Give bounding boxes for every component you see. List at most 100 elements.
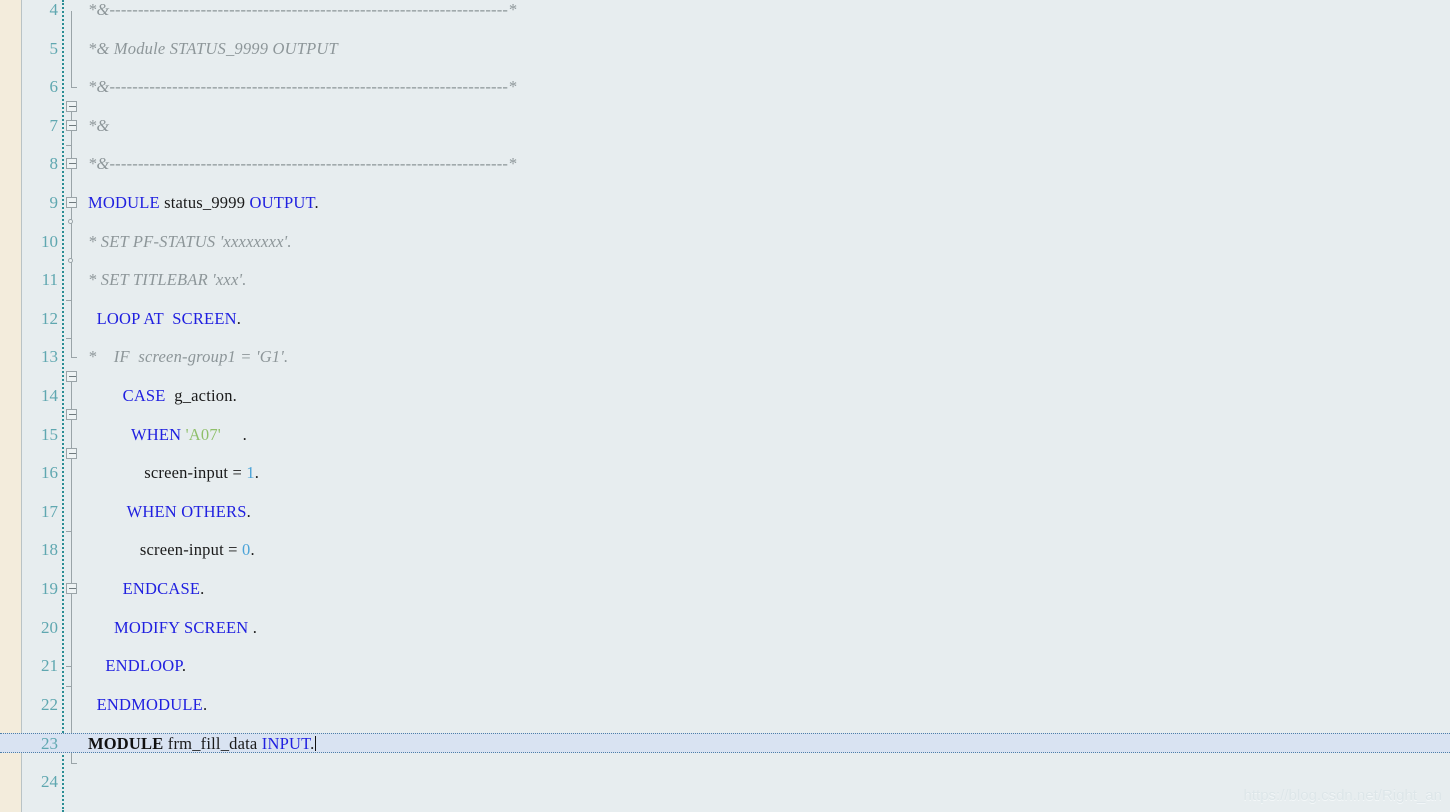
- line-code[interactable]: WHEN OTHERS.: [88, 502, 251, 521]
- code-token: screen-input =: [88, 540, 243, 560]
- line-code[interactable]: MODULE frm_fill_data INPUT.: [88, 734, 317, 754]
- line-number: 21: [41, 656, 58, 676]
- code-token: WHEN OTHERS: [126, 501, 247, 521]
- code-token: ENDCASE: [122, 578, 201, 598]
- line-code[interactable]: CASE g_action.: [88, 386, 237, 405]
- code-token: MODULE: [88, 734, 164, 754]
- line-number: 7: [49, 115, 59, 135]
- line-code[interactable]: *&: [88, 116, 109, 135]
- code-token: *&--------------------------------------…: [88, 77, 517, 97]
- line-code[interactable]: screen-input = 1.: [88, 463, 259, 482]
- line-number: 24: [41, 771, 58, 791]
- code-token: ENDMODULE: [96, 694, 203, 714]
- line-number: 22: [41, 694, 58, 714]
- line-number: 18: [41, 540, 58, 560]
- code-line[interactable]: 7 *&: [0, 116, 1450, 135]
- line-number: 17: [41, 501, 58, 521]
- code-line[interactable]: 17 WHEN OTHERS.: [0, 502, 1450, 521]
- line-number: 14: [41, 385, 58, 405]
- code-token: .: [250, 540, 255, 560]
- line-number: 4: [49, 0, 59, 19]
- code-token: WHEN: [130, 424, 182, 444]
- code-token: frm_fill_data: [163, 734, 262, 754]
- code-line[interactable]: 22 ENDMODULE.: [0, 695, 1450, 714]
- code-line[interactable]: 18 screen-input = 0.: [0, 540, 1450, 559]
- code-token: ENDLOOP: [105, 656, 182, 676]
- code-token: *& Module STATUS_9999 OUTPUT: [88, 38, 338, 58]
- line-number: 10: [41, 231, 58, 251]
- code-token: CASE: [122, 385, 166, 405]
- code-token: MODULE: [88, 192, 160, 212]
- code-line[interactable]: 4 *&-------------------------------------…: [0, 0, 1450, 19]
- code-token: *&--------------------------------------…: [88, 0, 517, 19]
- code-line[interactable]: 12 LOOP AT SCREEN.: [0, 309, 1450, 328]
- line-code[interactable]: MODIFY SCREEN .: [88, 618, 257, 637]
- code-token: .: [200, 578, 205, 598]
- line-code[interactable]: ENDCASE.: [88, 578, 205, 598]
- code-line[interactable]: 19 ENDCASE.: [0, 579, 1450, 598]
- code-line[interactable]: 20 MODIFY SCREEN .: [0, 618, 1450, 637]
- code-token: *&--------------------------------------…: [88, 154, 517, 174]
- code-line[interactable]: 5 *& Module STATUS_9999 OUTPUT: [0, 39, 1450, 58]
- code-token: .: [246, 501, 251, 521]
- line-code[interactable]: *&--------------------------------------…: [88, 0, 517, 19]
- code-token: *&: [88, 115, 110, 135]
- code-line[interactable]: 14 CASE g_action.: [0, 386, 1450, 405]
- code-token: .: [248, 617, 258, 637]
- line-number: 15: [41, 424, 58, 444]
- code-line[interactable]: 24: [0, 772, 1450, 791]
- line-code[interactable]: * SET TITLEBAR 'xxx'.: [88, 270, 247, 289]
- code-line[interactable]: 6 *&-------------------------------------…: [0, 77, 1450, 96]
- code-token: INPUT: [261, 734, 311, 754]
- line-code[interactable]: ENDLOOP.: [88, 656, 186, 675]
- line-number: 6: [49, 77, 59, 97]
- code-token: OUTPUT: [249, 192, 315, 212]
- line-number: 12: [41, 308, 58, 328]
- line-code[interactable]: *&--------------------------------------…: [88, 77, 517, 96]
- line-code[interactable]: LOOP AT SCREEN.: [88, 309, 241, 328]
- code-token: * IF screen-group1 = 'G1'.: [88, 347, 289, 367]
- code-line[interactable]: 11 * SET TITLEBAR 'xxx'.: [0, 270, 1450, 289]
- line-number: 11: [41, 270, 58, 290]
- code-token: status_9999: [159, 192, 250, 212]
- code-line[interactable]: 9 MODULE status_9999 OUTPUT.: [0, 193, 1450, 212]
- code-token: .: [314, 192, 319, 212]
- code-token: screen-input =: [88, 463, 247, 483]
- text-cursor: [315, 736, 317, 752]
- line-code[interactable]: WHEN 'A07' .: [88, 425, 247, 444]
- line-number: 8: [49, 154, 59, 174]
- code-token: 1: [246, 463, 255, 483]
- code-line[interactable]: 16 screen-input = 1.: [0, 463, 1450, 482]
- line-code[interactable]: *& Module STATUS_9999 OUTPUT: [88, 39, 338, 58]
- line-code[interactable]: screen-input = 0.: [88, 540, 255, 559]
- code-line[interactable]: 10 * SET PF-STATUS 'xxxxxxxx'.: [0, 232, 1450, 251]
- code-editor[interactable]: 4 *&-------------------------------------…: [0, 0, 1450, 812]
- line-code[interactable]: MODULE status_9999 OUTPUT.: [88, 193, 319, 212]
- line-number: 13: [41, 347, 58, 367]
- code-line[interactable]: 13 * IF screen-group1 = 'G1'.: [0, 347, 1450, 366]
- code-line[interactable]: 23 MODULE frm_fill_data INPUT.: [0, 733, 1450, 754]
- line-code[interactable]: * SET PF-STATUS 'xxxxxxxx'.: [88, 232, 292, 251]
- code-token: MODIFY SCREEN: [113, 617, 249, 637]
- code-line[interactable]: 21 ENDLOOP.: [0, 656, 1450, 675]
- line-number: 5: [49, 38, 59, 58]
- code-line[interactable]: 8 *&-------------------------------------…: [0, 154, 1450, 173]
- line-number: 20: [41, 617, 58, 637]
- code-token: LOOP AT SCREEN: [96, 308, 237, 328]
- line-code[interactable]: ENDMODULE.: [88, 695, 207, 714]
- code-lines-container[interactable]: 4 *&-------------------------------------…: [0, 0, 1450, 812]
- watermark-text: https://blog.csdn.net/Right_an: [1243, 787, 1442, 804]
- line-code[interactable]: * IF screen-group1 = 'G1'.: [88, 347, 288, 366]
- code-token: .: [236, 308, 242, 328]
- code-token: .: [220, 424, 247, 444]
- code-token: 'A07': [185, 424, 221, 444]
- line-number: 16: [41, 463, 58, 483]
- line-code[interactable]: *&--------------------------------------…: [88, 154, 517, 173]
- code-line[interactable]: 15 WHEN 'A07' .: [0, 425, 1450, 444]
